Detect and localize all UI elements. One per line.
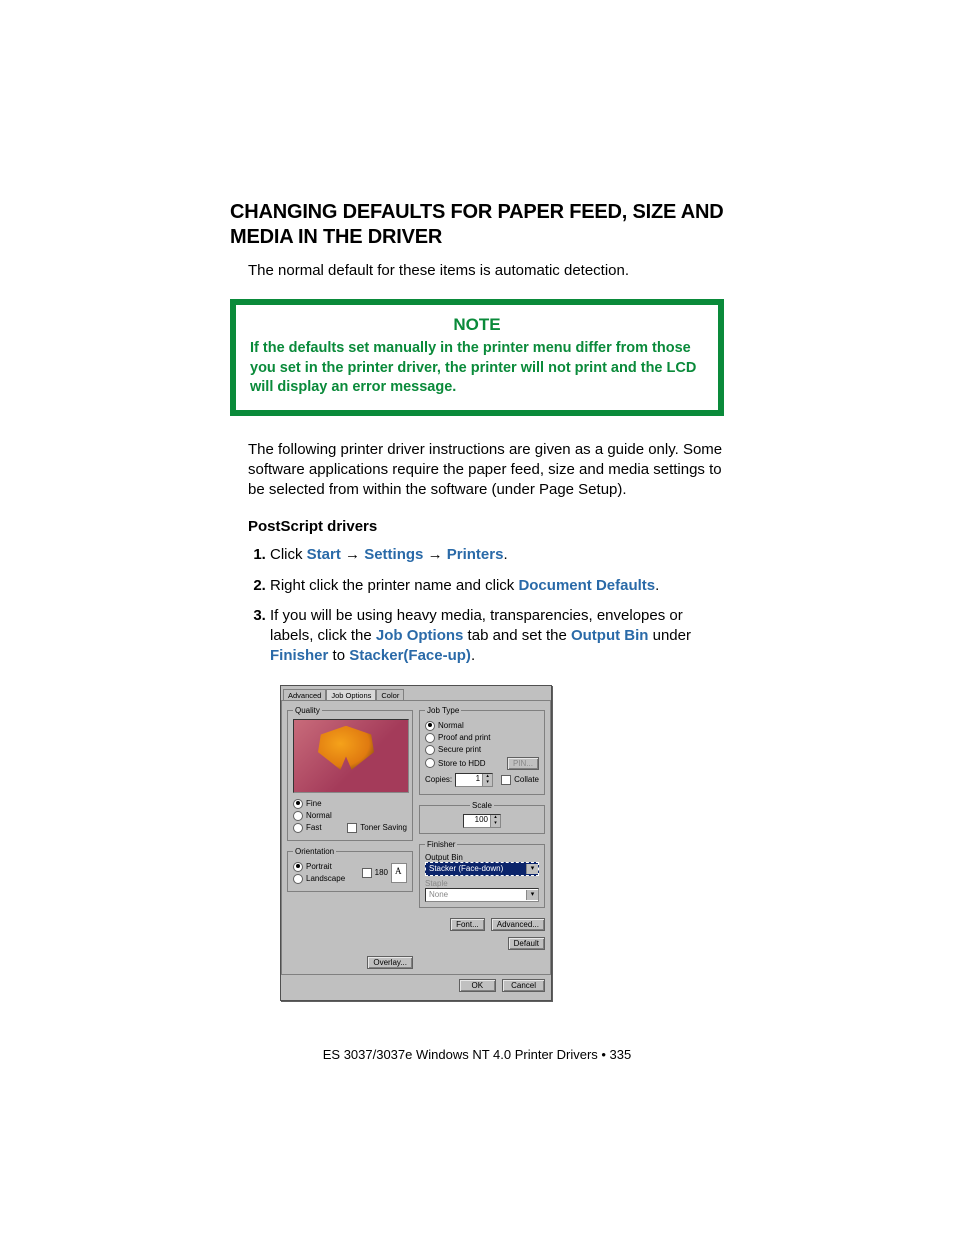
note-callout: NOTE If the defaults set manually in the…: [230, 299, 724, 416]
preview-image: [293, 719, 409, 793]
step-2: Right click the printer name and click D…: [270, 576, 724, 596]
note-title: NOTE: [250, 315, 704, 335]
scale-spinner[interactable]: 100▴▾: [463, 814, 501, 828]
pin-button[interactable]: PIN...: [507, 757, 539, 770]
term-printers: Printers: [447, 546, 504, 563]
radio-landscape[interactable]: [293, 874, 303, 884]
advanced-button[interactable]: Advanced...: [491, 918, 545, 931]
ok-button[interactable]: OK: [459, 979, 497, 992]
checkbox-180[interactable]: [362, 868, 372, 878]
legend-quality: Quality: [293, 706, 322, 715]
steps-list: Click Start → Settings → Printers. Right…: [248, 545, 724, 666]
group-quality: Quality Fine Normal Fast Toner Saving: [287, 706, 413, 841]
legend-job-type: Job Type: [425, 706, 461, 715]
term-job-options: Job Options: [376, 627, 464, 644]
chevron-down-icon[interactable]: ▾: [482, 780, 492, 786]
note-body: If the defaults set manually in the prin…: [250, 339, 704, 398]
term-start: Start: [307, 546, 341, 563]
radio-fast[interactable]: [293, 823, 303, 833]
section-heading: CHANGING DEFAULTS FOR PAPER FEED, SIZE A…: [230, 200, 724, 250]
chevron-down-icon[interactable]: ▾: [526, 890, 538, 900]
subsection-heading: PostScript drivers: [248, 518, 724, 535]
term-stacker-faceup: Stacker(Face-up): [349, 647, 471, 664]
arrow-icon: →: [428, 546, 443, 563]
chevron-down-icon[interactable]: ▾: [526, 864, 538, 874]
tab-job-options[interactable]: Job Options: [326, 689, 376, 700]
group-scale: Scale 100▴▾: [419, 801, 545, 834]
term-settings: Settings: [364, 546, 423, 563]
guide-paragraph: The following printer driver instruction…: [248, 440, 724, 501]
staple-label: Staple: [425, 879, 539, 888]
group-orientation: Orientation Portrait Landscape 180: [287, 847, 413, 892]
output-bin-label: Output Bin: [425, 853, 539, 862]
copies-label: Copies:: [425, 775, 452, 784]
checkbox-toner-saving[interactable]: [347, 823, 357, 833]
group-job-type: Job Type Normal Proof and print Secure p…: [419, 706, 545, 795]
overlay-button[interactable]: Overlay...: [367, 956, 413, 969]
radio-jt-secure[interactable]: [425, 745, 435, 755]
page-footer: ES 3037/3037e Windows NT 4.0 Printer Dri…: [230, 1047, 724, 1062]
legend-orientation: Orientation: [293, 847, 336, 856]
printer-driver-dialog: Advanced Job Options Color Quality Fine …: [280, 685, 552, 1001]
page-orientation-icon: [391, 863, 407, 883]
radio-jt-normal[interactable]: [425, 721, 435, 731]
tab-color[interactable]: Color: [376, 689, 404, 700]
radio-fine[interactable]: [293, 799, 303, 809]
font-button[interactable]: Font...: [450, 918, 485, 931]
staple-dropdown[interactable]: None▾: [425, 888, 539, 902]
copies-spinner[interactable]: 1▴▾: [455, 773, 493, 787]
term-output-bin: Output Bin: [571, 627, 648, 644]
group-finisher: Finisher Output Bin Stacker (Face-down)▾…: [419, 840, 545, 908]
radio-jt-proof[interactable]: [425, 733, 435, 743]
tab-strip: Advanced Job Options Color: [281, 686, 551, 700]
intro-paragraph: The normal default for these items is au…: [248, 262, 724, 279]
chevron-down-icon[interactable]: ▾: [490, 821, 500, 827]
step-3: If you will be using heavy media, transp…: [270, 606, 724, 667]
tab-advanced[interactable]: Advanced: [283, 689, 326, 700]
radio-jt-store[interactable]: [425, 758, 435, 768]
term-finisher: Finisher: [270, 647, 328, 664]
default-button[interactable]: Default: [508, 937, 545, 950]
radio-normal[interactable]: [293, 811, 303, 821]
butterfly-icon: [318, 726, 374, 770]
checkbox-collate[interactable]: [501, 775, 511, 785]
legend-finisher: Finisher: [425, 840, 457, 849]
radio-portrait[interactable]: [293, 862, 303, 872]
step-1: Click Start → Settings → Printers.: [270, 545, 724, 565]
arrow-icon: →: [345, 546, 360, 563]
output-bin-dropdown[interactable]: Stacker (Face-down)▾: [425, 862, 539, 876]
legend-scale: Scale: [470, 801, 494, 810]
cancel-button[interactable]: Cancel: [502, 979, 545, 992]
term-document-defaults: Document Defaults: [518, 577, 655, 594]
